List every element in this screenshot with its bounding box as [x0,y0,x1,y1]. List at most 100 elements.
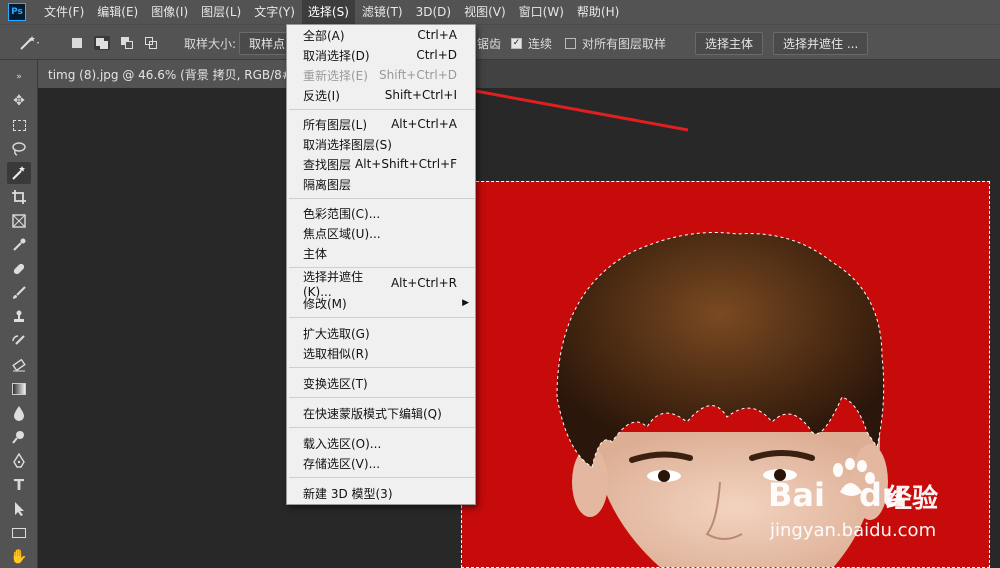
menu-item-save-selection[interactable]: 存储选区(V)... [287,453,475,473]
lasso-tool-icon[interactable] [7,138,31,160]
antialias-label: 锯齿 [477,36,502,51]
contiguous-label: 连续 [528,36,553,51]
menu-item-deselect[interactable]: 取消选择(D) Ctrl+D [287,45,475,65]
gradient-tool-icon[interactable] [7,378,31,400]
menu-item-label: 取消选择图层(S) [303,137,392,152]
menu-layer[interactable]: 图层(L) [195,0,247,24]
path-selection-tool-icon[interactable] [7,498,31,520]
menu-item-quick-mask[interactable]: 在快速蒙版模式下编辑(Q) [287,403,475,423]
rectangle-tool-icon[interactable] [7,522,31,544]
menu-separator [289,427,475,428]
subtract-from-selection-icon[interactable] [120,25,134,61]
menu-separator [289,109,475,110]
clone-stamp-tool-icon[interactable] [7,306,31,328]
magic-wand-tool-icon[interactable] [7,162,31,184]
menu-item-similar[interactable]: 选取相似(R) [287,343,475,363]
menu-item-label: 主体 [303,246,328,261]
watermark-url: jingyan.baidu.com [770,520,937,541]
menu-edit[interactable]: 编辑(E) [91,0,144,24]
menu-item-label: 选取相似(R) [303,346,369,361]
menu-item-label: 新建 3D 模型(3) [303,486,393,501]
menu-item-color-range[interactable]: 色彩范围(C)... [287,203,475,223]
menu-window[interactable]: 窗口(W) [513,0,570,24]
menu-select[interactable]: 选择(S) [301,0,355,24]
menu-item-label: 在快速蒙版模式下编辑(Q) [303,406,442,421]
menu-item-deselect-layers[interactable]: 取消选择图层(S) [287,134,475,154]
menu-item-subject[interactable]: 主体 [287,243,475,263]
eraser-tool-icon[interactable] [7,354,31,376]
menu-item-transform-selection[interactable]: 变换选区(T) [287,373,475,393]
menu-item-find-layers[interactable]: 查找图层 Alt+Shift+Ctrl+F [287,154,475,174]
menu-type[interactable]: 文字(Y) [248,0,301,24]
shortcut-label: Alt+Ctrl+A [391,117,457,131]
menu-bar: Ps 文件(F) 编辑(E) 图像(I) 图层(L) 文字(Y) 选择(S) 滤… [0,0,1000,24]
select-subject-button[interactable]: 选择主体 [695,31,764,55]
eyedropper-tool-icon[interactable] [7,234,31,256]
collapse-toolbar-icon[interactable]: » [7,66,31,88]
select-and-mask-button[interactable]: 选择并遮住 ... [773,31,869,55]
crop-tool-icon[interactable] [7,186,31,208]
menu-item-grow[interactable]: 扩大选取(G) [287,323,475,343]
type-tool-icon[interactable]: T [7,474,31,496]
menu-view[interactable]: 视图(V) [458,0,512,24]
menu-file[interactable]: 文件(F) [38,0,90,24]
menu-separator [289,397,475,398]
sample-size-label: 取样大小: [184,36,237,51]
shortcut-label: Ctrl+A [417,28,457,42]
dodge-tool-icon[interactable] [7,426,31,448]
select-menu-dropdown: 全部(A) Ctrl+A 取消选择(D) Ctrl+D 重新选择(E) Shift+C… [286,24,476,505]
move-tool-icon[interactable]: ✥ [7,90,31,112]
menu-3d[interactable]: 3D(D) [410,0,457,24]
menu-item-label: 全部(A) [303,28,345,43]
contiguous-checkbox[interactable]: ✓ [511,37,522,49]
contiguous-option[interactable]: ✓ 连续 [511,25,552,61]
menu-item-label: 所有图层(L) [303,117,368,132]
menu-item-new-3d-model[interactable]: 新建 3D 模型(3) [287,483,475,503]
menu-item-inverse[interactable]: 反选(I) Shift+Ctrl+I [287,85,475,105]
menu-image[interactable]: 图像(I) [145,0,194,24]
menu-item-label: 载入选区(O)... [303,436,382,451]
history-brush-tool-icon[interactable] [7,330,31,352]
menu-item-label: 存储选区(V)... [303,456,381,471]
menu-item-focus-area[interactable]: 焦点区域(U)... [287,223,475,243]
menu-filter[interactable]: 滤镜(T) [356,0,409,24]
menu-item-isolate-layers[interactable]: 隔离图层 [287,174,475,194]
menu-item-load-selection[interactable]: 载入选区(O)... [287,433,475,453]
menu-separator [289,317,475,318]
magic-wand-preset-icon[interactable] [18,25,42,61]
frame-tool-icon[interactable] [7,210,31,232]
menu-separator [289,198,475,199]
shortcut-label: Shift+Ctrl+D [379,68,457,82]
document-tab-title: timg (8).jpg @ 46.6% (背景 拷贝, RGB/8#) * [48,67,307,82]
submenu-arrow-icon: ▶ [462,298,469,308]
marquee-tool-icon[interactable] [7,114,31,136]
add-to-selection-icon[interactable] [94,25,110,61]
shortcut-label: Alt+Ctrl+R [390,276,457,290]
new-selection-icon[interactable] [72,25,82,61]
blur-tool-icon[interactable] [7,402,31,424]
healing-brush-tool-icon[interactable] [7,258,31,280]
all-layers-option[interactable]: 对所有图层取样 [565,25,666,61]
menu-item-all[interactable]: 全部(A) Ctrl+A [287,25,475,45]
hand-tool-icon[interactable]: ✋ [7,546,31,568]
photoshop-logo-icon[interactable]: Ps [8,3,26,21]
brush-tool-icon[interactable] [7,282,31,304]
menu-item-label: 修改(M) [303,296,347,311]
menu-item-label: 反选(I) [303,88,340,103]
menu-item-label: 重新选择(E) [303,68,368,83]
menu-item-modify[interactable]: 修改(M) ▶ [287,293,475,313]
menu-separator [289,367,475,368]
menu-item-label: 查找图层 [303,157,352,172]
shortcut-label: Ctrl+D [416,48,457,62]
all-layers-checkbox[interactable] [565,37,576,49]
baidu-logo-text: Bai du [768,476,905,514]
menu-item-label: 隔离图层 [303,177,352,192]
pen-tool-icon[interactable] [7,450,31,472]
menu-item-select-and-mask[interactable]: 选择并遮住(K)... Alt+Ctrl+R [287,270,475,299]
intersect-selection-icon[interactable] [144,25,158,61]
menu-item-all-layers[interactable]: 所有图层(L) Alt+Ctrl+A [287,114,475,134]
menu-item-label: 变换选区(T) [303,376,368,391]
shortcut-label: Alt+Shift+Ctrl+F [355,157,457,171]
tools-panel: » ✥ T ✋ [0,60,38,568]
menu-help[interactable]: 帮助(H) [571,0,625,24]
